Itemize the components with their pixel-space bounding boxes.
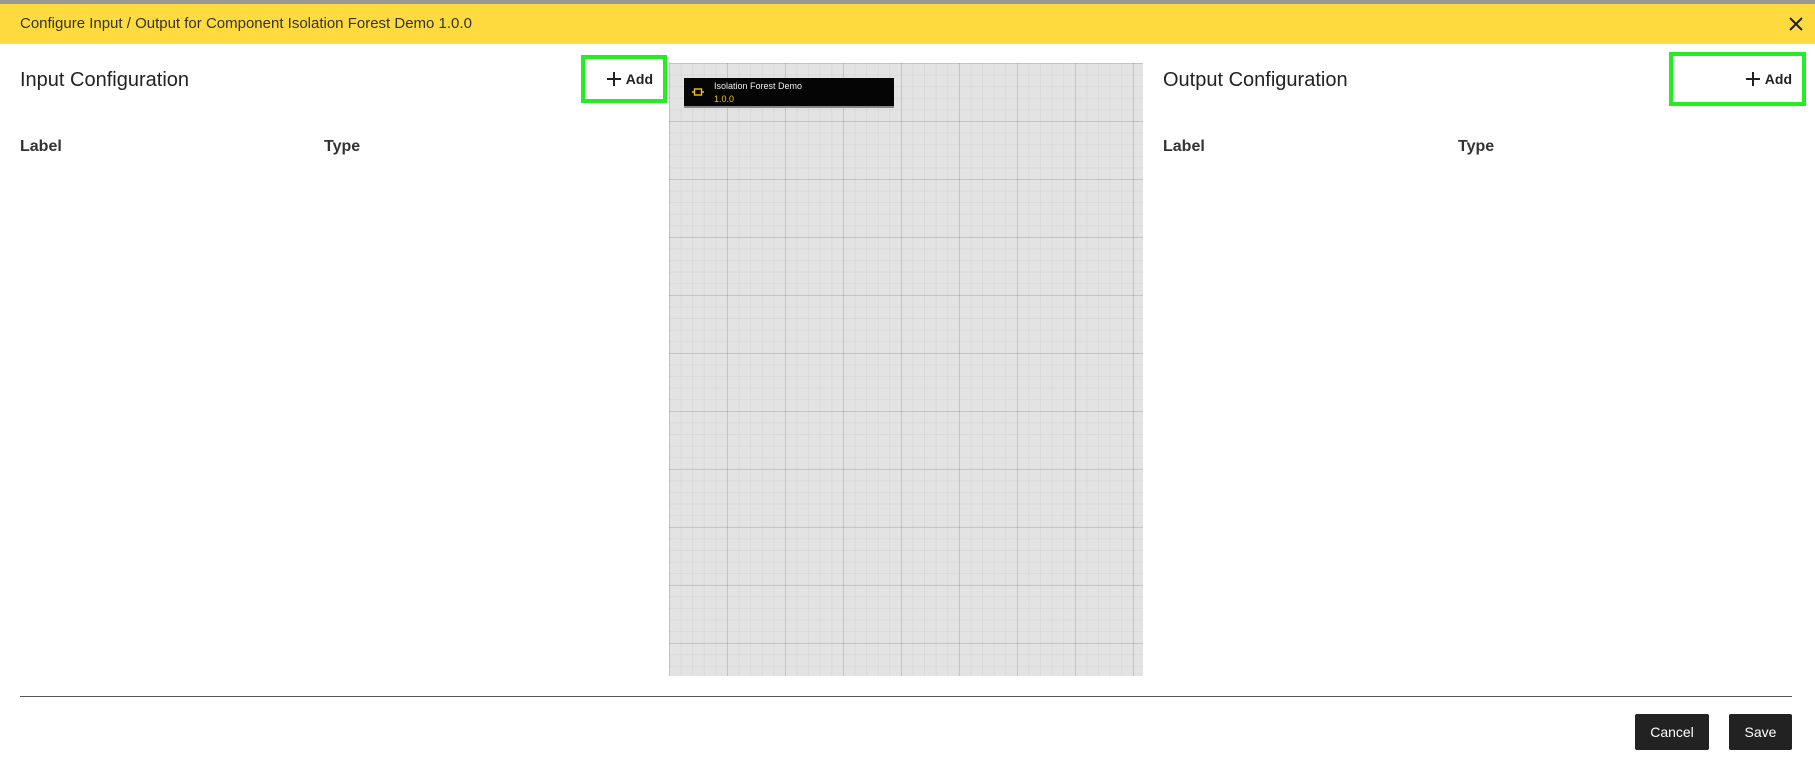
component-icon <box>692 88 704 96</box>
input-add-button[interactable]: Add <box>581 55 667 103</box>
component-node-name: Isolation Forest Demo <box>714 81 803 91</box>
component-canvas[interactable]: Isolation Forest Demo 1.0.0 <box>669 63 1143 676</box>
input-configuration-title: Input Configuration <box>20 69 190 91</box>
plus-icon <box>606 72 621 86</box>
output-column-type: Type <box>1458 138 1495 155</box>
plus-icon <box>1745 72 1760 86</box>
input-add-label: Add <box>625 71 653 87</box>
component-node-version: 1.0.0 <box>714 94 735 104</box>
output-add-label: Add <box>1764 71 1792 87</box>
dialog-title: Configure Input / Output for Component I… <box>20 15 472 32</box>
footer-divider <box>20 696 1792 697</box>
output-configuration-title: Output Configuration <box>1163 69 1348 91</box>
close-icon[interactable] <box>1785 13 1807 35</box>
input-column-label: Label <box>20 138 62 155</box>
cancel-button[interactable]: Cancel <box>1635 714 1709 750</box>
input-column-type: Type <box>324 138 361 155</box>
output-add-button[interactable]: Add <box>1669 52 1806 106</box>
component-node[interactable]: Isolation Forest Demo 1.0.0 <box>684 78 894 108</box>
dialog-title-bar: Configure Input / Output for Component I… <box>0 4 1815 44</box>
output-column-label: Label <box>1163 138 1205 155</box>
save-button[interactable]: Save <box>1729 714 1792 750</box>
